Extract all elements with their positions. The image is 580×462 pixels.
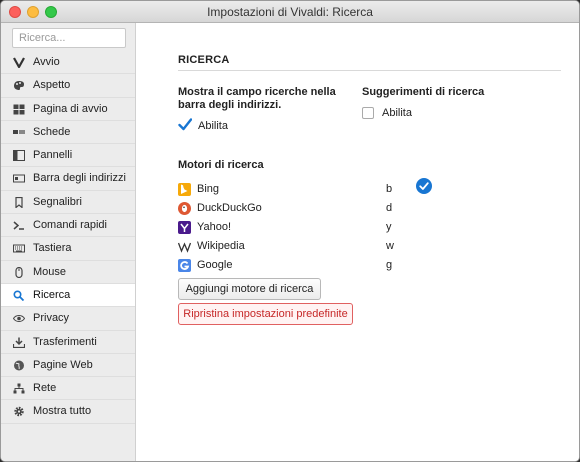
engine-row-wikipedia[interactable]: Wikipedia w xyxy=(177,239,558,255)
sidebar-item-trasferimenti[interactable]: Trasferimenti xyxy=(1,331,135,354)
settings-window: Impostazioni di Vivaldi: Ricerca Avvio A… xyxy=(0,0,580,462)
sidebar-item-tastiera[interactable]: Tastiera xyxy=(1,237,135,261)
download-icon xyxy=(13,337,25,348)
duckduckgo-logo-icon xyxy=(178,202,191,215)
engine-name: Yahoo! xyxy=(197,221,232,233)
sidebar-item-mouse[interactable]: Mouse xyxy=(1,261,135,284)
sidebar-item-label: Pagine Web xyxy=(33,358,93,371)
settings-search-field[interactable] xyxy=(12,28,126,48)
title-bar: Impostazioni di Vivaldi: Ricerca xyxy=(1,1,579,23)
sidebar-item-label: Ricerca xyxy=(33,288,71,301)
section-divider xyxy=(178,70,561,71)
engine-nickname: g xyxy=(386,259,393,271)
search-icon xyxy=(13,290,25,301)
settings-search-input[interactable] xyxy=(13,29,125,47)
sidebar-item-schede[interactable]: Schede xyxy=(1,121,135,145)
keyboard-icon xyxy=(13,243,25,254)
sidebar-item-label: Pannelli xyxy=(33,149,73,162)
sidebar-item-label: Mostra tutto xyxy=(33,405,92,418)
close-window-button[interactable] xyxy=(9,6,21,18)
engine-nickname: w xyxy=(386,240,394,252)
sidebar-item-aspetto[interactable]: Aspetto xyxy=(1,74,135,98)
suggestions-checkbox-label: Abilita xyxy=(382,107,412,119)
engine-row-duckduckgo[interactable]: DuckDuckGo d xyxy=(178,201,558,217)
section-title: RICERCA xyxy=(178,54,230,66)
mouse-icon xyxy=(13,266,25,278)
sidebar-item-label: Rete xyxy=(33,382,57,395)
maximize-window-button[interactable] xyxy=(45,6,57,18)
sidebar-item-ricerca[interactable]: Ricerca xyxy=(1,283,135,308)
minimize-window-button[interactable] xyxy=(27,6,39,18)
sidebar-item-label: Segnalibri xyxy=(33,195,82,208)
bookmark-icon xyxy=(13,196,25,208)
engines-title: Motori di ricerca xyxy=(178,159,264,171)
address-bar-search-checkbox-label: Abilita xyxy=(198,120,228,132)
suggestions-checkbox[interactable] xyxy=(362,107,374,119)
sidebar-item-pagine-web[interactable]: Pagine Web xyxy=(1,354,135,378)
sidebar-item-label: Schede xyxy=(33,125,71,138)
network-icon xyxy=(13,383,25,394)
globe-icon xyxy=(13,360,25,371)
engine-nickname: d xyxy=(386,202,393,214)
sidebar-item-label: Trasferimenti xyxy=(33,335,97,348)
sidebar-item-label: Privacy xyxy=(33,312,70,325)
sidebar-item-segnalibri[interactable]: Segnalibri xyxy=(1,191,135,215)
yahoo-logo-icon xyxy=(178,221,191,234)
reset-defaults-button[interactable]: Ripristina impostazioni predefinite xyxy=(178,303,353,325)
engine-name: Wikipedia xyxy=(197,240,245,252)
sidebar-item-comandi-rapidi[interactable]: Comandi rapidi xyxy=(1,214,135,238)
engine-name: DuckDuckGo xyxy=(197,202,262,214)
engine-row-bing[interactable]: Bing b xyxy=(178,182,558,198)
address-bar-icon xyxy=(13,173,25,184)
sidebar-item-label: Aspetto xyxy=(33,79,71,92)
sidebar-item-label: Barra degli indirizzi xyxy=(33,172,126,185)
quick-commands-icon xyxy=(13,220,25,231)
gear-icon xyxy=(13,406,25,417)
settings-nav: Avvio Aspetto Pagina di avvio Schede Pan… xyxy=(1,51,135,424)
sidebar-item-rete[interactable]: Rete xyxy=(1,377,135,401)
sidebar-item-label: Avvio xyxy=(33,56,60,68)
wikipedia-logo-icon xyxy=(177,240,192,253)
address-bar-search-label: Mostra il campo ricerche nella barra deg… xyxy=(178,86,336,111)
sidebar-item-label: Tastiera xyxy=(33,242,72,255)
sidebar-item-mostra-tutto[interactable]: Mostra tutto xyxy=(1,400,135,424)
sidebar-item-pagina-di-avvio[interactable]: Pagina di avvio xyxy=(1,98,135,121)
settings-content: RICERCA Mostra il campo ricerche nella b… xyxy=(136,23,579,461)
settings-sidebar: Avvio Aspetto Pagina di avvio Schede Pan… xyxy=(1,23,136,461)
panels-icon xyxy=(13,150,25,162)
vivaldi-logo-icon xyxy=(13,57,25,68)
eye-icon xyxy=(13,313,25,324)
add-search-engine-button[interactable]: Aggiungi motore di ricerca xyxy=(178,278,321,300)
suggestions-label: Suggerimenti di ricerca xyxy=(362,86,485,98)
engine-nickname: y xyxy=(386,221,392,233)
paint-palette-icon xyxy=(13,80,25,91)
tabs-icon xyxy=(13,127,25,138)
sidebar-item-label: Comandi rapidi xyxy=(33,219,107,232)
start-page-grid-icon xyxy=(13,104,25,115)
sidebar-item-pannelli[interactable]: Pannelli xyxy=(1,144,135,168)
sidebar-item-label: Pagina di avvio xyxy=(33,102,108,115)
engine-row-google[interactable]: Google g xyxy=(178,258,558,274)
sidebar-item-label: Mouse xyxy=(33,265,67,278)
engine-nickname: b xyxy=(386,183,393,195)
google-logo-icon xyxy=(178,259,191,272)
address-bar-search-checkbox[interactable] xyxy=(178,118,192,131)
window-title: Impostazioni di Vivaldi: Ricerca xyxy=(207,5,373,19)
sidebar-item-privacy[interactable]: Privacy xyxy=(1,307,135,331)
bing-logo-icon xyxy=(178,183,191,196)
engine-name: Google xyxy=(197,259,233,271)
sidebar-item-avvio[interactable]: Avvio xyxy=(1,51,135,75)
engine-name: Bing xyxy=(197,183,220,195)
sidebar-item-barra-degli-indirizzi[interactable]: Barra degli indirizzi xyxy=(1,167,135,191)
engine-row-yahoo[interactable]: Yahoo! y xyxy=(178,220,558,236)
default-engine-checkmark-icon[interactable] xyxy=(416,178,432,194)
